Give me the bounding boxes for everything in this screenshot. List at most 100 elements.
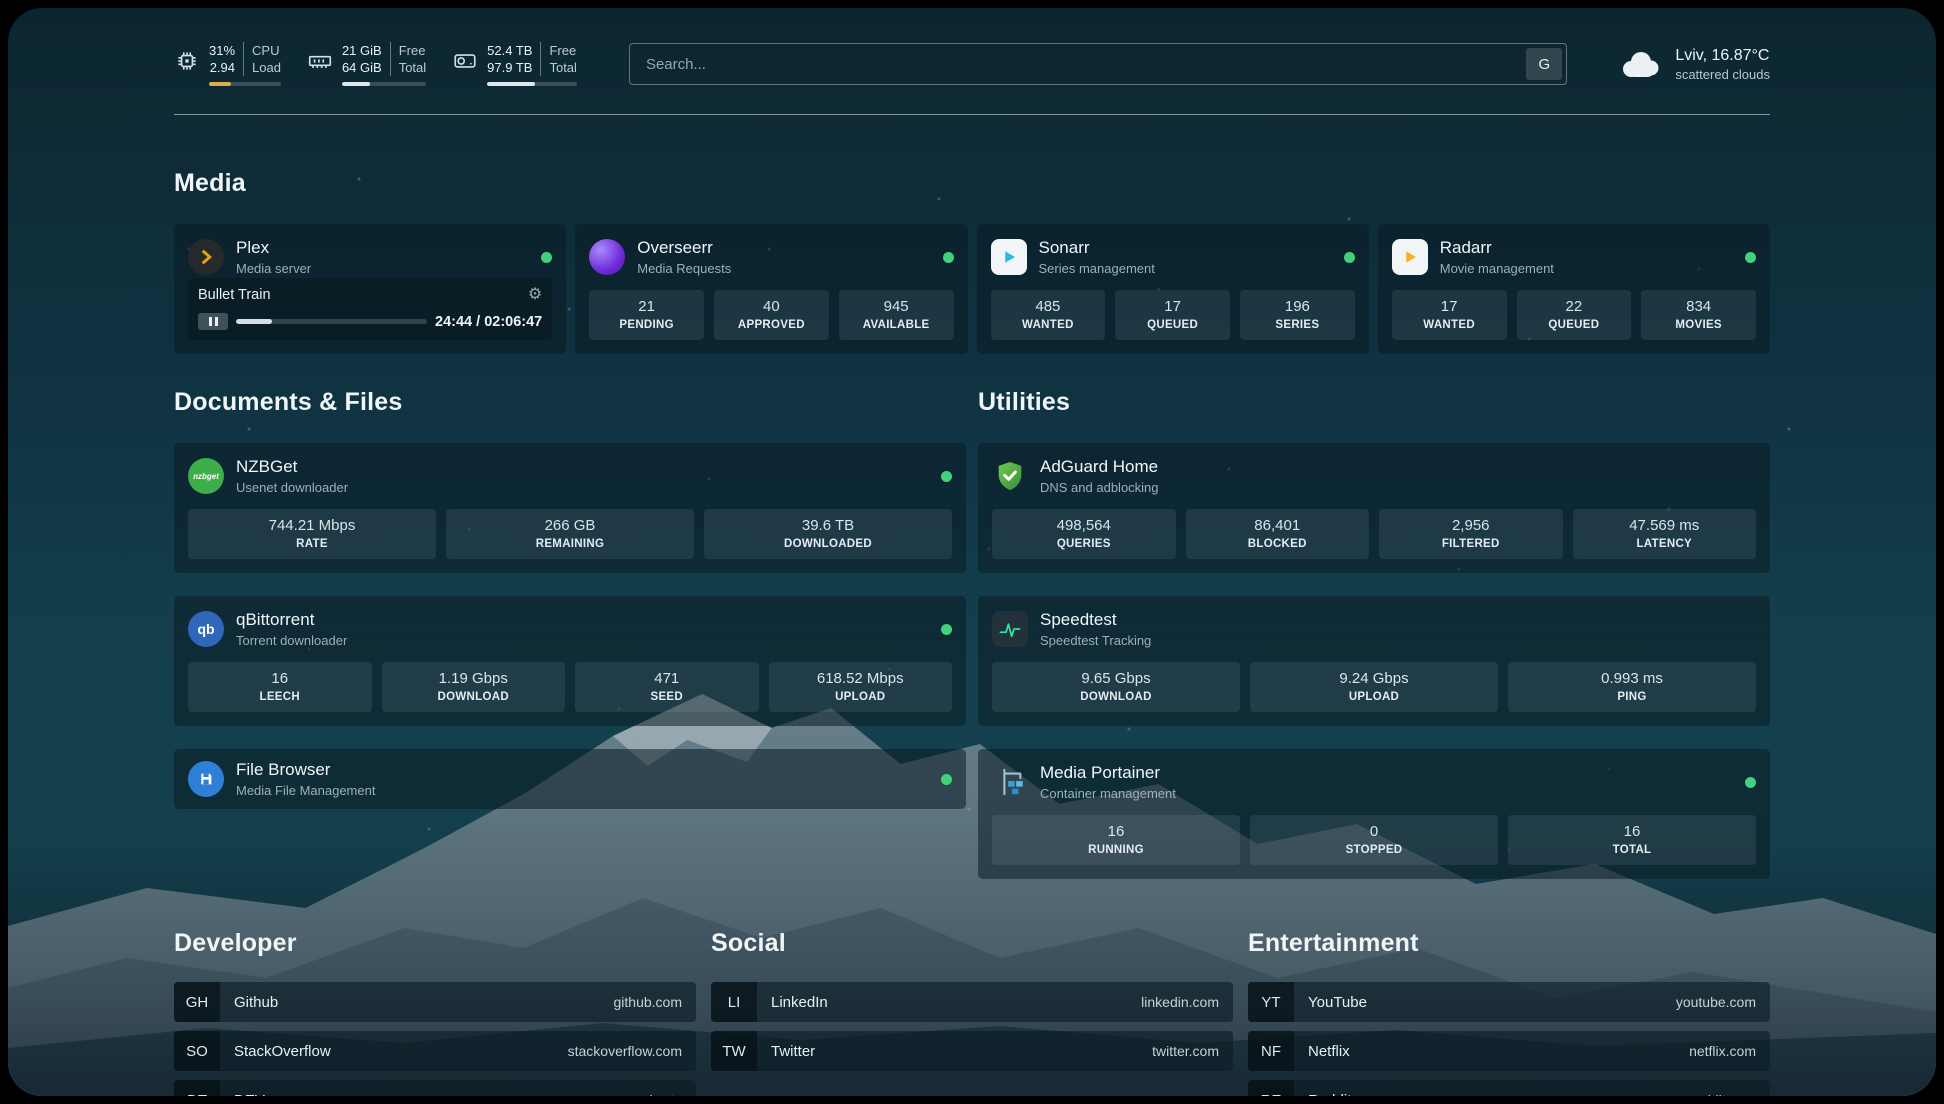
disk-progress-bar: [487, 82, 577, 86]
cloud-icon: [1619, 49, 1663, 79]
stat-box: 47.569 ms LATENCY: [1573, 509, 1757, 559]
service-name: File Browser: [236, 760, 375, 780]
stat-box: 485 WANTED: [991, 290, 1106, 340]
filebrowser-card[interactable]: File Browser Media File Management: [174, 749, 966, 809]
social-links-section: Social LI LinkedIn linkedin.com TW Twitt…: [711, 929, 1233, 1096]
portainer-icon: [992, 764, 1028, 800]
stat-box: 40 APPROVED: [714, 290, 829, 340]
plex-card[interactable]: Plex Media server Bullet Train ⚙: [174, 224, 566, 354]
stat-box: 1.19 Gbps DOWNLOAD: [382, 662, 566, 712]
stat-box: 9.65 Gbps DOWNLOAD: [992, 662, 1240, 712]
stat-box: 39.6 TB DOWNLOADED: [704, 509, 952, 559]
stat-box: 86,401 BLOCKED: [1186, 509, 1370, 559]
plex-now-playing-panel: Bullet Train ⚙ 24:44 / 02:06:47: [188, 278, 552, 340]
portainer-card[interactable]: Media Portainer Container management 16 …: [978, 749, 1770, 879]
radarr-card[interactable]: Radarr Movie management 17 WANTED 22 QUE…: [1378, 224, 1770, 354]
link-url: linkedin.com: [1141, 994, 1219, 1010]
link-name: Twitter: [771, 1043, 815, 1060]
playback-progress-bar[interactable]: [236, 319, 427, 324]
ram-icon: [307, 48, 333, 74]
link-url: youtube.com: [1676, 994, 1756, 1010]
link-reddit[interactable]: RE Reddit reddit.com: [1248, 1080, 1770, 1096]
service-name: NZBGet: [236, 457, 348, 477]
documents-heading: Documents & Files: [174, 388, 966, 417]
speedtest-icon: [992, 611, 1028, 647]
link-name: DEV: [234, 1092, 265, 1097]
link-abbr: RE: [1248, 1080, 1294, 1096]
service-subtitle: Movie management: [1440, 261, 1554, 276]
service-name: Sonarr: [1039, 238, 1155, 258]
link-youtube[interactable]: YT YouTube youtube.com: [1248, 982, 1770, 1022]
search-input[interactable]: [629, 43, 1567, 85]
pause-button[interactable]: [198, 313, 228, 330]
link-url: stackoverflow.com: [568, 1043, 682, 1059]
adguard-card[interactable]: AdGuard Home DNS and adblocking 498,564 …: [978, 443, 1770, 573]
link-dev[interactable]: DT DEV dev.to: [174, 1080, 696, 1096]
now-playing-title: Bullet Train: [198, 287, 271, 303]
gear-icon[interactable]: ⚙: [528, 287, 542, 303]
link-abbr: LI: [711, 982, 757, 1022]
entertainment-links-section: Entertainment YT YouTube youtube.com NF …: [1248, 929, 1770, 1096]
status-dot: [541, 252, 552, 263]
ram-progress-bar: [342, 82, 426, 86]
overseerr-icon: [589, 239, 625, 275]
status-dot: [943, 252, 954, 263]
link-url: netflix.com: [1689, 1043, 1756, 1059]
link-name: YouTube: [1308, 994, 1367, 1011]
stat-box: 471 SEED: [575, 662, 759, 712]
service-subtitle: Speedtest Tracking: [1040, 633, 1151, 648]
link-twitter[interactable]: TW Twitter twitter.com: [711, 1031, 1233, 1071]
link-stackoverflow[interactable]: SO StackOverflow stackoverflow.com: [174, 1031, 696, 1071]
playback-time: 24:44 / 02:06:47: [435, 314, 542, 330]
service-subtitle: Usenet downloader: [236, 480, 348, 495]
link-abbr: NF: [1248, 1031, 1294, 1071]
nzbget-card[interactable]: nzbget NZBGet Usenet downloader 744.21 M…: [174, 443, 966, 573]
cpu-usage-value: 31%: [209, 42, 244, 59]
stat-box: 196 SERIES: [1240, 290, 1355, 340]
disk-icon: [452, 48, 478, 74]
link-github[interactable]: GH Github github.com: [174, 982, 696, 1022]
link-linkedin[interactable]: LI LinkedIn linkedin.com: [711, 982, 1233, 1022]
disk-free-value: 52.4 TB: [487, 42, 541, 59]
service-subtitle: Media File Management: [236, 783, 375, 798]
speedtest-card[interactable]: Speedtest Speedtest Tracking 9.65 Gbps D…: [978, 596, 1770, 726]
link-netflix[interactable]: NF Netflix netflix.com: [1248, 1031, 1770, 1071]
cpu-progress-bar: [209, 82, 281, 86]
stat-box: 16 LEECH: [188, 662, 372, 712]
stat-box: 17 WANTED: [1392, 290, 1507, 340]
filebrowser-icon: [188, 761, 224, 797]
status-dot: [941, 624, 952, 635]
service-subtitle: Media server: [236, 261, 311, 276]
utilities-heading: Utilities: [978, 388, 1770, 417]
qbittorrent-card[interactable]: qb qBittorrent Torrent downloader 16 LEE…: [174, 596, 966, 726]
weather-widget: Lviv, 16.87°C scattered clouds: [1619, 47, 1770, 82]
utilities-section: Utilities: [978, 388, 1770, 879]
disk-total-value: 97.9 TB: [487, 59, 541, 76]
weather-location: Lviv, 16.87°C: [1675, 47, 1770, 65]
status-dot: [941, 774, 952, 785]
search-engine-button[interactable]: G: [1526, 48, 1562, 80]
link-name: Reddit: [1308, 1092, 1351, 1097]
adguard-icon: [992, 458, 1028, 494]
stat-box: 16 RUNNING: [992, 815, 1240, 865]
link-url: github.com: [614, 994, 682, 1010]
social-heading: Social: [711, 929, 1233, 958]
top-bar: 31% CPU 2.94 Load 21 G: [174, 42, 1770, 115]
service-name: Overseerr: [637, 238, 731, 258]
stat-box: 498,564 QUERIES: [992, 509, 1176, 559]
link-name: Github: [234, 994, 278, 1011]
ram-total-label: Total: [391, 59, 426, 76]
weather-condition: scattered clouds: [1675, 67, 1770, 82]
link-abbr: GH: [174, 982, 220, 1022]
sonarr-card[interactable]: Sonarr Series management 485 WANTED 17 Q…: [977, 224, 1369, 354]
cpu-metric: 31% CPU 2.94 Load: [174, 42, 281, 86]
stat-box: 266 GB REMAINING: [446, 509, 694, 559]
disk-free-label: Free: [541, 42, 576, 59]
ram-free-label: Free: [391, 42, 426, 59]
documents-section: Documents & Files nzbget NZBGet Usenet d…: [174, 388, 966, 879]
overseerr-card[interactable]: Overseerr Media Requests 21 PENDING 40 A…: [575, 224, 967, 354]
stat-box: 16 TOTAL: [1508, 815, 1756, 865]
link-abbr: YT: [1248, 982, 1294, 1022]
link-url: twitter.com: [1152, 1043, 1219, 1059]
service-name: Plex: [236, 238, 311, 258]
